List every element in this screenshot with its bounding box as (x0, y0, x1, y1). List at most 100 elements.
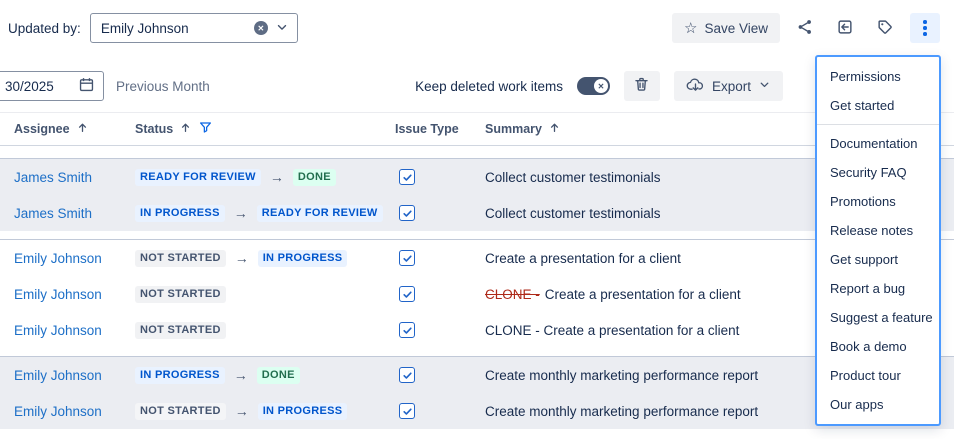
calendar-icon[interactable] (78, 76, 95, 96)
status-badge-to: IN PROGRESS (258, 250, 348, 267)
updated-by-filter: Updated by: Emily Johnson ✕ (8, 13, 298, 43)
work-items-table: Assignee Status Issue Type Summary (0, 112, 954, 429)
issue-type-cell (395, 367, 485, 383)
task-checkbox-icon (399, 169, 415, 185)
status-badge-to: DONE (257, 367, 300, 384)
import-button[interactable] (830, 13, 860, 43)
row-group: James Smith READY FOR REVIEW → DONE Coll… (0, 158, 954, 231)
menu-item-get-support[interactable]: Get support (817, 245, 939, 274)
menu-item-report-a-bug[interactable]: Report a bug (817, 274, 939, 303)
chevron-down-icon (758, 78, 771, 94)
status-badge-to: DONE (293, 169, 336, 186)
save-view-button[interactable]: ☆ Save View (672, 13, 780, 43)
table-row: Emily Johnson NOT STARTED CLONE - Create… (0, 312, 954, 348)
clear-filter-icon[interactable]: ✕ (254, 21, 268, 35)
issue-type-cell (395, 250, 485, 266)
table-row: Emily Johnson IN PROGRESS → DONE Create … (0, 357, 954, 393)
status-cell: NOT STARTED (135, 286, 395, 303)
status-cell: READY FOR REVIEW → DONE (135, 169, 395, 186)
date-input[interactable]: 30/2025 (0, 71, 104, 101)
export-button[interactable]: Export (674, 71, 783, 101)
updated-by-value: Emily Johnson (101, 21, 247, 36)
sort-asc-icon[interactable] (548, 121, 561, 137)
share-button[interactable] (790, 13, 820, 43)
menu-divider (817, 124, 939, 125)
assignee-cell: Emily Johnson (14, 368, 135, 383)
row-group: Emily Johnson IN PROGRESS → DONE Create … (0, 356, 954, 429)
assignee-link[interactable]: Emily Johnson (14, 251, 102, 266)
strikethrough-text: CLONE - (485, 287, 540, 302)
toggle-cross-icon: ✕ (594, 79, 608, 93)
updated-by-select[interactable]: Emily Johnson ✕ (90, 13, 298, 43)
table-body: James Smith READY FOR REVIEW → DONE Coll… (0, 158, 954, 429)
arrow-right-icon: → (234, 368, 248, 382)
table-row: James Smith READY FOR REVIEW → DONE Coll… (0, 159, 954, 195)
keep-deleted-label: Keep deleted work items (415, 79, 563, 94)
filter-icon[interactable] (198, 120, 213, 138)
status-cell: NOT STARTED (135, 322, 395, 339)
delete-button[interactable] (624, 71, 660, 101)
assignee-cell: Emily Johnson (14, 404, 135, 419)
tag-icon (876, 18, 894, 39)
column-header-status[interactable]: Status (135, 120, 395, 138)
task-checkbox-icon (399, 286, 415, 302)
top-toolbar: Updated by: Emily Johnson ✕ ☆ Save View (0, 0, 954, 56)
status-badge-to: IN PROGRESS (258, 403, 348, 420)
issue-type-cell (395, 322, 485, 338)
save-view-label: Save View (704, 21, 768, 36)
issue-type-cell (395, 403, 485, 419)
assignee-cell: Emily Johnson (14, 323, 135, 338)
status-badge-from: NOT STARTED (135, 322, 226, 339)
menu-item-suggest-a-feature[interactable]: Suggest a feature (817, 303, 939, 332)
arrow-right-icon: → (235, 404, 249, 418)
menu-item-promotions[interactable]: Promotions (817, 187, 939, 216)
menu-item-release-notes[interactable]: Release notes (817, 216, 939, 245)
label-button[interactable] (870, 13, 900, 43)
previous-month-link[interactable]: Previous Month (116, 79, 210, 94)
more-menu-button[interactable] (910, 13, 940, 43)
arrow-right-icon: → (235, 251, 249, 265)
import-icon (836, 18, 854, 39)
status-cell: NOT STARTED → IN PROGRESS (135, 403, 395, 420)
status-badge-from: READY FOR REVIEW (135, 169, 261, 186)
status-badge-to: READY FOR REVIEW (257, 205, 383, 222)
status-badge-from: IN PROGRESS (135, 367, 225, 384)
menu-item-book-a-demo[interactable]: Book a demo (817, 332, 939, 361)
menu-item-product-tour[interactable]: Product tour (817, 361, 939, 390)
menu-item-get-started[interactable]: Get started (817, 91, 939, 120)
column-header-assignee[interactable]: Assignee (14, 121, 135, 137)
more-vertical-icon (923, 20, 927, 36)
cloud-download-icon (686, 76, 705, 96)
date-value: 30/2025 (5, 79, 54, 94)
assignee-link[interactable]: Emily Johnson (14, 404, 102, 419)
menu-item-security-faq[interactable]: Security FAQ (817, 158, 939, 187)
arrow-right-icon: → (270, 170, 284, 184)
status-badge-from: IN PROGRESS (135, 205, 225, 222)
status-cell: NOT STARTED → IN PROGRESS (135, 250, 395, 267)
table-row: Emily Johnson NOT STARTED CLONE -Create … (0, 276, 954, 312)
menu-item-permissions[interactable]: Permissions (817, 62, 939, 91)
toolbar-actions: ☆ Save View (672, 13, 940, 43)
assignee-link[interactable]: Emily Johnson (14, 323, 102, 338)
assignee-cell: James Smith (14, 170, 135, 185)
column-header-issue-type[interactable]: Issue Type (395, 122, 485, 136)
assignee-link[interactable]: James Smith (14, 206, 92, 221)
status-badge-from: NOT STARTED (135, 403, 226, 420)
status-cell: IN PROGRESS → READY FOR REVIEW (135, 205, 395, 222)
keep-deleted-toggle[interactable]: ✕ (577, 77, 610, 95)
assignee-link[interactable]: Emily Johnson (14, 287, 102, 302)
sort-asc-icon[interactable] (179, 121, 192, 137)
more-dropdown-menu: Permissions Get started Documentation Se… (815, 55, 941, 426)
assignee-link[interactable]: Emily Johnson (14, 368, 102, 383)
task-checkbox-icon (399, 403, 415, 419)
sort-asc-icon[interactable] (76, 121, 89, 137)
updated-by-label: Updated by: (8, 21, 81, 36)
status-badge-from: NOT STARTED (135, 250, 226, 267)
table-row: James Smith IN PROGRESS → READY FOR REVI… (0, 195, 954, 231)
menu-item-documentation[interactable]: Documentation (817, 129, 939, 158)
table-row: Emily Johnson NOT STARTED → IN PROGRESS … (0, 240, 954, 276)
issue-type-cell (395, 169, 485, 185)
menu-item-our-apps[interactable]: Our apps (817, 390, 939, 419)
status-badge-from: NOT STARTED (135, 286, 226, 303)
assignee-link[interactable]: James Smith (14, 170, 92, 185)
